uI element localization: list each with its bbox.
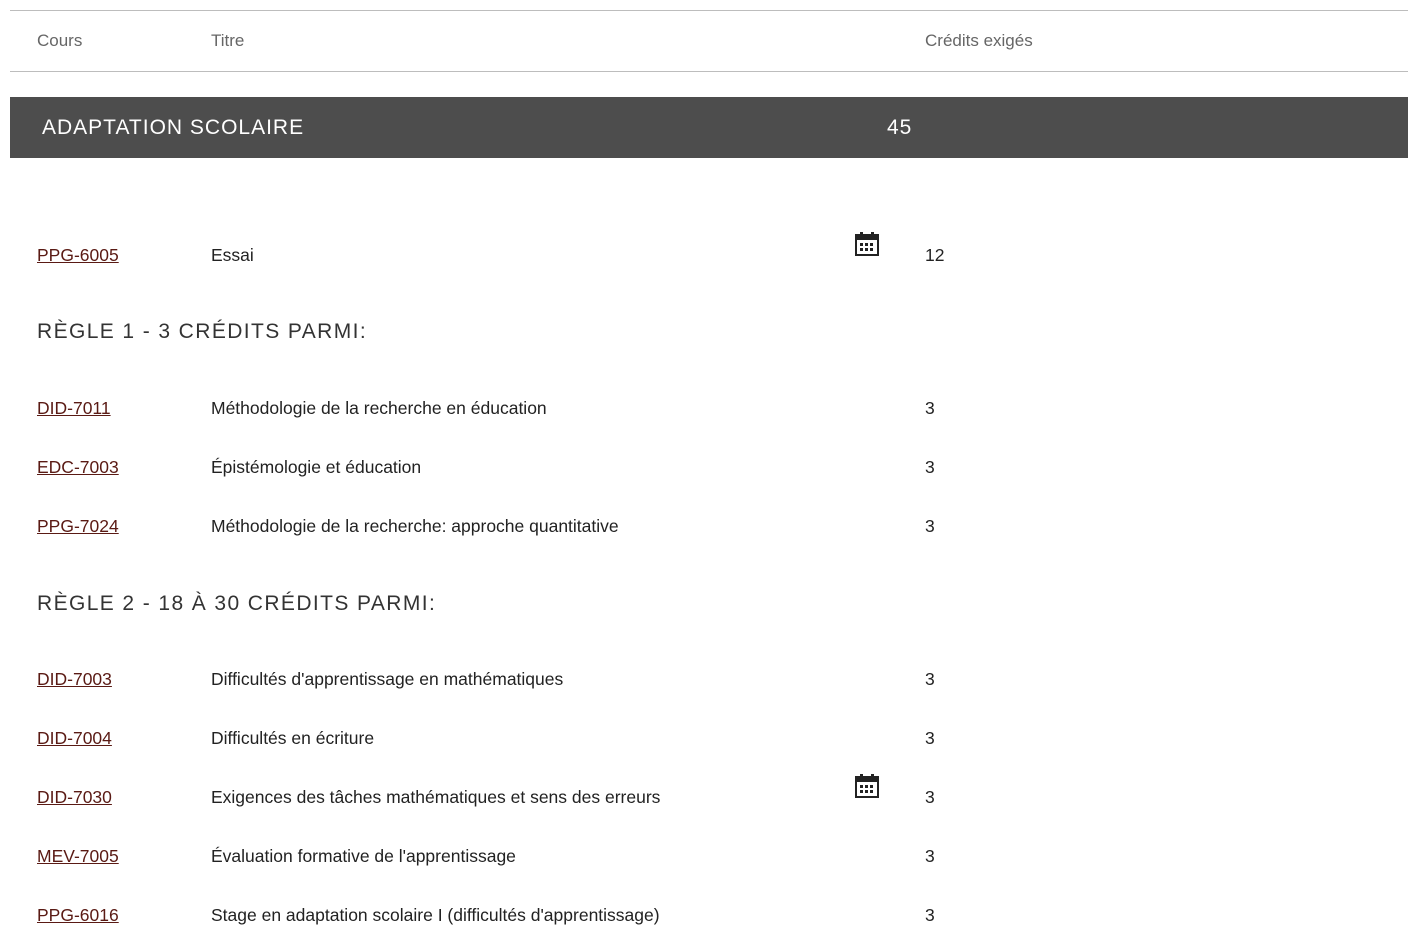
course-credits: 3 xyxy=(925,669,935,689)
course-title: Évaluation formative de l'apprentissage xyxy=(211,846,516,866)
course-code-link[interactable]: PPG-7024 xyxy=(37,516,119,537)
course-title: Épistémologie et éducation xyxy=(211,457,422,477)
header-top-divider xyxy=(10,10,1408,11)
course-title: Difficultés en écriture xyxy=(211,728,375,748)
course-row: PPG-6016 Stage en adaptation scolaire I … xyxy=(0,905,1408,929)
course-row: DID-7003 Difficultés d'apprentissage en … xyxy=(0,669,1408,693)
course-credits: 3 xyxy=(925,457,935,477)
course-credits: 3 xyxy=(925,905,935,925)
program-name: ADAPTATION SCOLAIRE xyxy=(42,116,305,139)
column-header-title: Titre xyxy=(211,31,245,50)
course-credits: 3 xyxy=(925,516,935,536)
course-row: DID-7004 Difficultés en écriture 3 xyxy=(0,728,1408,752)
course-title: Exigences des tâches mathématiques et se… xyxy=(211,787,661,807)
header-bottom-divider xyxy=(10,71,1408,72)
rule-heading: RÈGLE 2 - 18 À 30 CRÉDITS PARMI: xyxy=(37,592,437,615)
program-credits: 45 xyxy=(887,116,913,139)
course-credits: 3 xyxy=(925,787,935,807)
column-header-course: Cours xyxy=(37,31,83,50)
column-header-credits: Crédits exigés xyxy=(925,31,1033,50)
course-row: PPG-7024 Méthodologie de la recherche: a… xyxy=(0,516,1408,540)
course-title: Méthodologie de la recherche en éducatio… xyxy=(211,398,547,418)
course-row: PPG-6005 Essai 12 xyxy=(0,232,1408,269)
course-credits: 3 xyxy=(925,728,935,748)
course-credits: 12 xyxy=(925,245,945,265)
course-code-link[interactable]: DID-7030 xyxy=(37,787,112,808)
course-code-link[interactable]: PPG-6016 xyxy=(37,905,119,926)
course-row: DID-7030 Exigences des tâches mathématiq… xyxy=(0,774,1408,811)
course-row: DID-7011 Méthodologie de la recherche en… xyxy=(0,398,1408,422)
course-code-link[interactable]: PPG-6005 xyxy=(37,245,119,266)
course-title: Difficultés d'apprentissage en mathémati… xyxy=(211,669,564,689)
program-bar: ADAPTATION SCOLAIRE 45 xyxy=(10,97,1408,158)
course-row: MEV-7005 Évaluation formative de l'appre… xyxy=(0,846,1408,870)
course-code-link[interactable]: DID-7011 xyxy=(37,398,111,419)
course-code-link[interactable]: EDC-7003 xyxy=(37,457,119,478)
calendar-icon[interactable] xyxy=(854,231,880,257)
course-title: Méthodologie de la recherche: approche q… xyxy=(211,516,619,536)
course-title: Stage en adaptation scolaire I (difficul… xyxy=(211,905,660,925)
course-code-link[interactable]: DID-7004 xyxy=(37,728,112,749)
course-code-link[interactable]: MEV-7005 xyxy=(37,846,119,867)
course-credits: 3 xyxy=(925,398,935,418)
course-credits: 3 xyxy=(925,846,935,866)
calendar-icon[interactable] xyxy=(854,773,880,799)
course-code-link[interactable]: DID-7003 xyxy=(37,669,112,690)
rule-heading: RÈGLE 1 - 3 CRÉDITS PARMI: xyxy=(37,320,368,343)
course-row: EDC-7003 Épistémologie et éducation 3 xyxy=(0,457,1408,481)
course-title: Essai xyxy=(211,245,254,265)
